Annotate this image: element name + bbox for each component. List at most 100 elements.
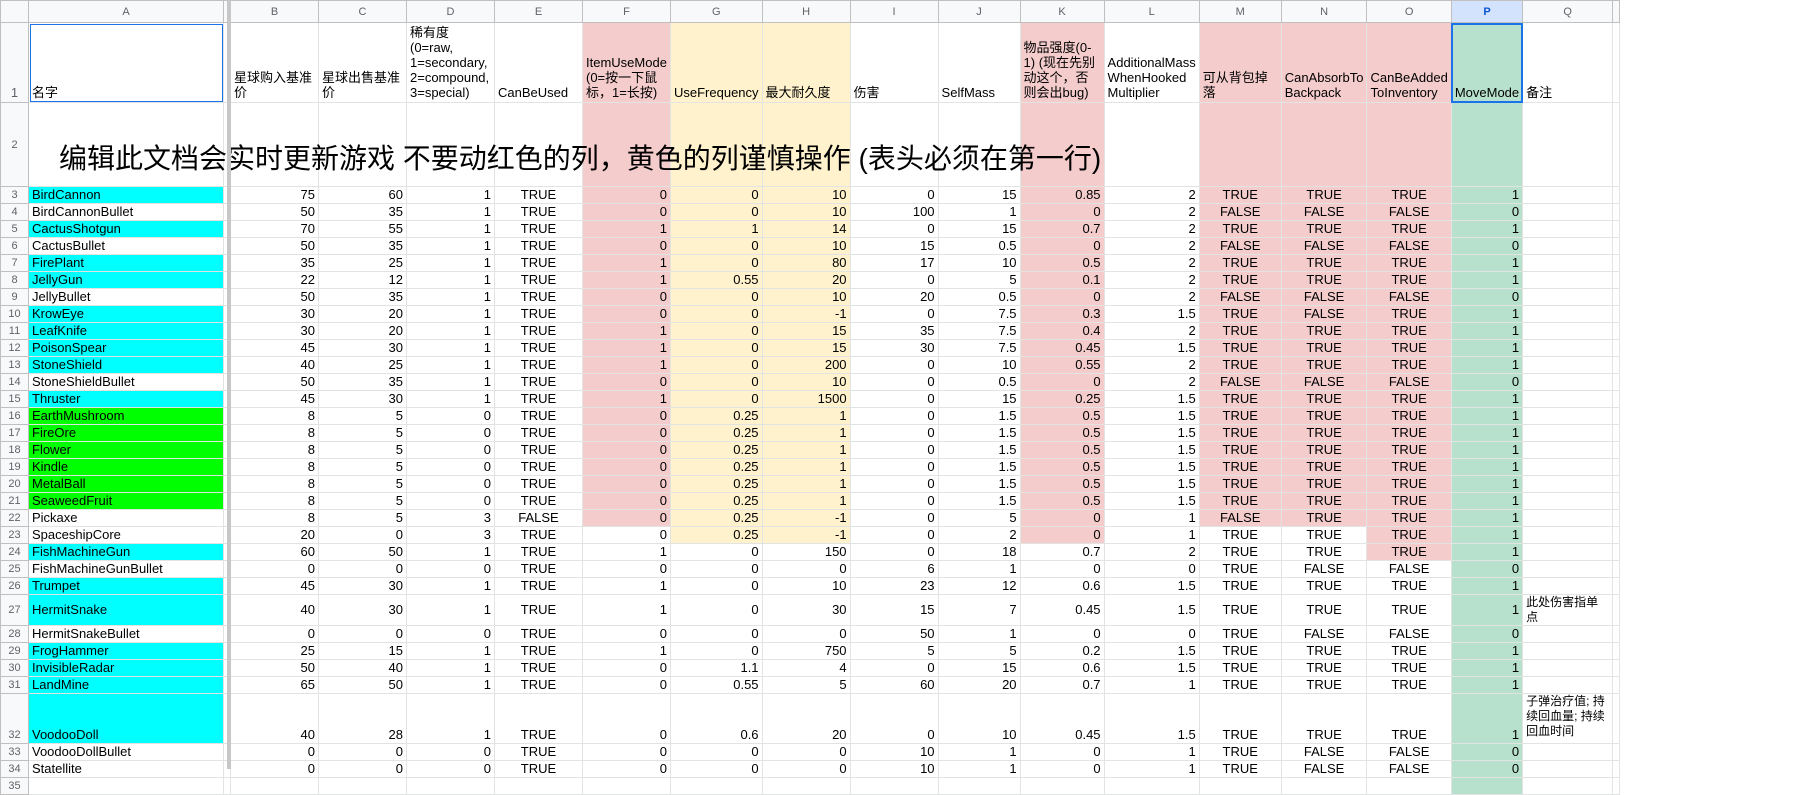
cell-E[interactable]: TRUE	[494, 625, 583, 643]
cell-G[interactable]: 0	[670, 305, 763, 323]
cell-overflow[interactable]	[1612, 509, 1621, 527]
cell-L[interactable]: 2	[1103, 254, 1200, 272]
row-header[interactable]: 13	[0, 356, 29, 374]
cell-C[interactable]: 35	[318, 373, 407, 391]
item-name-cell[interactable]: Trumpet	[28, 577, 224, 595]
column-header[interactable]: K	[1019, 0, 1105, 23]
cell-D[interactable]: 0	[406, 560, 495, 578]
cell-I[interactable]: 50	[849, 625, 939, 643]
cell-P[interactable]: 1	[1450, 441, 1524, 459]
cell-G[interactable]: 0.55	[670, 271, 763, 289]
cell-Q[interactable]	[1522, 777, 1614, 795]
cell-O[interactable]: TRUE	[1366, 458, 1452, 476]
header-cell-N[interactable]: CanAbsorbTo Backpack	[1280, 22, 1368, 103]
row-header[interactable]: 18	[0, 441, 29, 459]
header-cell-O[interactable]: CanBeAdded ToInventory	[1366, 22, 1452, 103]
cell-F[interactable]: 0	[582, 458, 671, 476]
cell-G[interactable]: 0	[670, 356, 763, 374]
cell-L[interactable]: 1.5	[1103, 659, 1200, 677]
cell-P[interactable]: 1	[1450, 594, 1524, 626]
cell-G[interactable]: 0.25	[670, 458, 763, 476]
cell-L[interactable]: 1.5	[1103, 441, 1200, 459]
cell-I[interactable]: 0	[849, 390, 939, 408]
cell-J[interactable]	[937, 777, 1021, 795]
row-header[interactable]: 9	[0, 288, 29, 306]
cell-C[interactable]: 5	[318, 458, 407, 476]
cell-I[interactable]: 0	[849, 458, 939, 476]
cell-N[interactable]: TRUE	[1280, 509, 1368, 527]
item-name-cell[interactable]: CactusShotgun	[28, 220, 224, 238]
cell-I[interactable]: 0	[849, 659, 939, 677]
cell-B[interactable]: 40	[230, 594, 319, 626]
row-header[interactable]: 11	[0, 322, 29, 340]
column-header[interactable]: L	[1103, 0, 1200, 23]
cell-Q[interactable]	[1522, 543, 1614, 561]
cell-L[interactable]: 1.5	[1103, 642, 1200, 660]
cell-K[interactable]: 0	[1019, 237, 1105, 255]
column-header[interactable]: H	[761, 0, 851, 23]
cell-P[interactable]: 1	[1450, 271, 1524, 289]
cell-K[interactable]: 0.5	[1019, 475, 1105, 493]
cell-G[interactable]: 0	[670, 237, 763, 255]
item-name-cell[interactable]: VoodooDoll	[28, 693, 224, 744]
cell-N[interactable]: TRUE	[1280, 254, 1368, 272]
cell-E[interactable]: TRUE	[494, 288, 583, 306]
column-header[interactable]: I	[849, 0, 939, 23]
cell-E[interactable]: TRUE	[494, 220, 583, 238]
cell-J[interactable]: 7.5	[937, 305, 1021, 323]
cell-overflow[interactable]	[1612, 424, 1621, 442]
cell-L[interactable]: 1	[1103, 760, 1200, 778]
cell-F[interactable]: 1	[582, 543, 671, 561]
cell-L[interactable]: 2	[1103, 543, 1200, 561]
cell-F[interactable]: 0	[582, 560, 671, 578]
cell-F[interactable]: 0	[582, 509, 671, 527]
cell-H[interactable]: 750	[761, 642, 851, 660]
cell-M[interactable]: TRUE	[1198, 322, 1282, 340]
column-header[interactable]: A	[28, 0, 224, 23]
column-header[interactable]: M	[1198, 0, 1282, 23]
cell-N[interactable]: TRUE	[1280, 693, 1368, 744]
cell-H[interactable]: 0	[761, 625, 851, 643]
cell-Q[interactable]	[1522, 356, 1614, 374]
item-name-cell[interactable]: Statellite	[28, 760, 224, 778]
cell-N[interactable]: TRUE	[1280, 390, 1368, 408]
cell-D[interactable]: 1	[406, 220, 495, 238]
cell-C[interactable]: 5	[318, 475, 407, 493]
cell-K[interactable]: 0	[1019, 760, 1105, 778]
cell-P[interactable]: 0	[1450, 288, 1524, 306]
row-header[interactable]: 31	[0, 676, 29, 694]
row-header[interactable]: 32	[0, 693, 29, 744]
cell-P[interactable]: 1	[1450, 254, 1524, 272]
cell-B[interactable]: 8	[230, 509, 319, 527]
cell-O[interactable]: TRUE	[1366, 509, 1452, 527]
cell-G[interactable]: 0	[670, 743, 763, 761]
cell-O[interactable]: TRUE	[1366, 441, 1452, 459]
cell-G[interactable]: 0	[670, 254, 763, 272]
cell-J[interactable]: 15	[937, 186, 1021, 204]
cell-B[interactable]: 0	[230, 625, 319, 643]
cell-C[interactable]: 0	[318, 760, 407, 778]
cell-M[interactable]: TRUE	[1198, 475, 1282, 493]
cell-Q[interactable]	[1522, 271, 1614, 289]
cell-F[interactable]: 1	[582, 322, 671, 340]
cell-C[interactable]: 5	[318, 407, 407, 425]
cell-E[interactable]: TRUE	[494, 693, 583, 744]
cell-C[interactable]: 30	[318, 339, 407, 357]
cell-C[interactable]: 5	[318, 424, 407, 442]
cell-O[interactable]: TRUE	[1366, 186, 1452, 204]
cell-L[interactable]	[1103, 777, 1200, 795]
cell-F[interactable]	[582, 777, 671, 795]
cell-N[interactable]: FALSE	[1280, 203, 1368, 221]
cell-G[interactable]: 0.55	[670, 676, 763, 694]
cell-J[interactable]: 12	[937, 577, 1021, 595]
cell-N[interactable]: FALSE	[1280, 625, 1368, 643]
cell-M[interactable]: TRUE	[1198, 743, 1282, 761]
cell-H[interactable]: 5	[761, 676, 851, 694]
cell-F[interactable]: 0	[582, 492, 671, 510]
cell-G[interactable]: 0	[670, 186, 763, 204]
item-name-cell[interactable]: InvisibleRadar	[28, 659, 224, 677]
cell-L[interactable]: 1.5	[1103, 305, 1200, 323]
cell-J[interactable]: 15	[937, 390, 1021, 408]
cell-G[interactable]: 0.25	[670, 492, 763, 510]
cell-K[interactable]: 0.55	[1019, 356, 1105, 374]
